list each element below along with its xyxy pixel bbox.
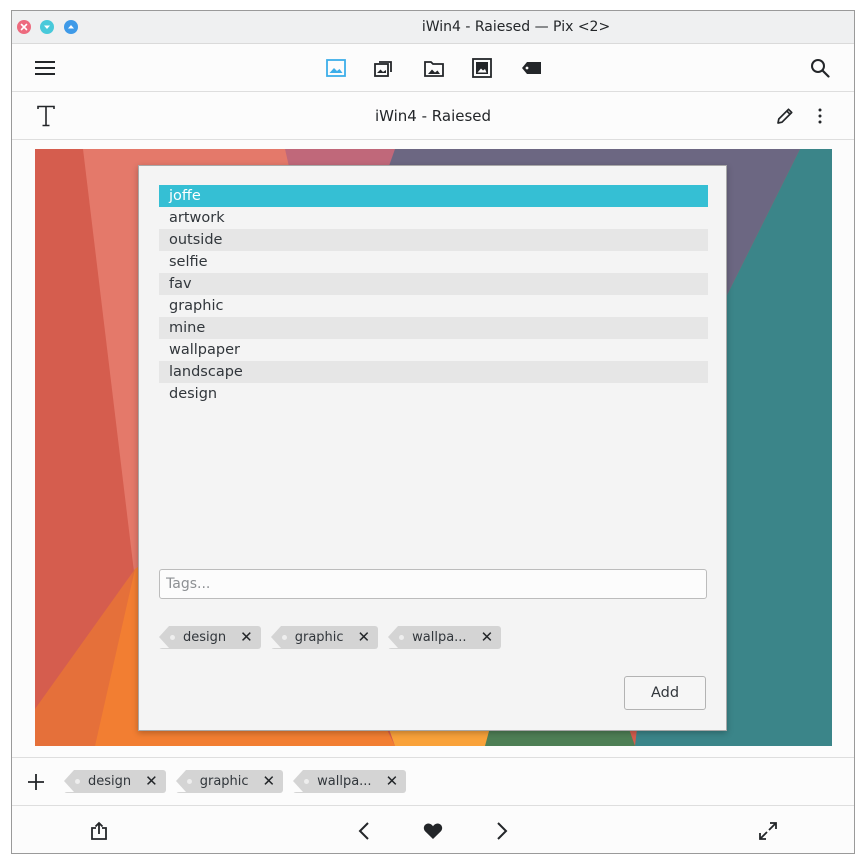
chevron-right-icon[interactable] — [490, 819, 514, 843]
close-icon[interactable]: ✕ — [145, 774, 158, 789]
tag-list-item[interactable]: design — [159, 383, 708, 405]
folder-image-icon[interactable] — [422, 56, 446, 80]
add-button[interactable]: Add — [624, 676, 706, 710]
viewer-header: iWin4 - Raiesed — [12, 92, 854, 140]
gallery-icon[interactable] — [470, 56, 494, 80]
tag-list: joffe artwork outside selfie fav graphic… — [159, 185, 708, 405]
main-toolbar — [12, 44, 854, 92]
tags-dialog: joffe artwork outside selfie fav graphic… — [138, 165, 727, 731]
tag-chip-label: graphic — [294, 630, 344, 645]
tags-input[interactable] — [159, 569, 707, 599]
app-window: iWin4 - Raiesed — Pix <2> iWin4 - Raiese — [11, 10, 855, 854]
tag-chip[interactable]: graphic ✕ — [270, 626, 379, 649]
tag-list-item[interactable]: wallpaper — [159, 339, 708, 361]
tag-chip-label: graphic — [199, 774, 249, 789]
tag-chip-hole — [281, 635, 287, 640]
tag-chip-label: wallpa... — [317, 774, 372, 789]
hamburger-menu-icon[interactable] — [32, 56, 58, 80]
fullscreen-icon[interactable] — [756, 819, 780, 843]
tag-chip[interactable]: design ✕ — [159, 626, 261, 649]
tag-list-item[interactable]: joffe — [159, 185, 708, 207]
tag-chip[interactable]: graphic ✕ — [175, 770, 284, 793]
tag-bar: design ✕ graphic ✕ wallpa... ✕ — [12, 757, 854, 805]
tag-chip-label: design — [183, 630, 227, 645]
tag-chip-hole — [304, 779, 310, 784]
tag-list-item[interactable]: artwork — [159, 207, 708, 229]
tag-icon[interactable] — [520, 56, 544, 80]
tag-list-item[interactable]: landscape — [159, 361, 708, 383]
albums-icon[interactable] — [372, 56, 396, 80]
tag-chip-hole — [399, 635, 405, 640]
chevron-left-icon[interactable] — [352, 819, 376, 843]
more-vertical-icon[interactable] — [810, 105, 830, 127]
window-title: iWin4 - Raiesed — Pix <2> — [421, 19, 611, 35]
tag-chip-label: wallpa... — [412, 630, 467, 645]
tag-chip[interactable]: design ✕ — [64, 770, 166, 793]
tag-chip[interactable]: wallpa... ✕ — [388, 626, 502, 649]
tag-list-item[interactable]: mine — [159, 317, 708, 339]
tag-chip-hole — [186, 779, 192, 784]
image-tag-chips: design ✕ graphic ✕ wallpa... ✕ — [64, 770, 407, 793]
close-icon[interactable]: ✕ — [240, 630, 253, 645]
plus-icon[interactable] — [24, 770, 48, 794]
share-icon[interactable] — [87, 819, 111, 843]
tag-chip[interactable]: wallpa... ✕ — [293, 770, 407, 793]
dialog-tag-chips: design ✕ graphic ✕ wallpa... ✕ — [159, 626, 502, 649]
title-bar: iWin4 - Raiesed — Pix <2> — [12, 11, 854, 44]
heart-icon[interactable] — [421, 819, 445, 843]
image-title: iWin4 - Raiesed — [374, 107, 492, 125]
tag-list-item[interactable]: graphic — [159, 295, 708, 317]
navigation-bar — [12, 805, 854, 853]
pencil-icon[interactable] — [774, 105, 796, 127]
tag-chip-label: design — [88, 774, 132, 789]
tag-list-item[interactable]: fav — [159, 273, 708, 295]
close-icon[interactable]: ✕ — [386, 774, 399, 789]
image-icon[interactable] — [324, 56, 348, 80]
tag-chip-hole — [75, 779, 80, 784]
search-icon[interactable] — [808, 56, 832, 80]
close-icon[interactable]: ✕ — [358, 630, 371, 645]
close-icon[interactable]: ✕ — [481, 630, 494, 645]
tag-chip-hole — [170, 635, 175, 640]
tag-list-item[interactable]: outside — [159, 229, 708, 251]
tag-list-item[interactable]: selfie — [159, 251, 708, 273]
close-icon[interactable]: ✕ — [263, 774, 276, 789]
